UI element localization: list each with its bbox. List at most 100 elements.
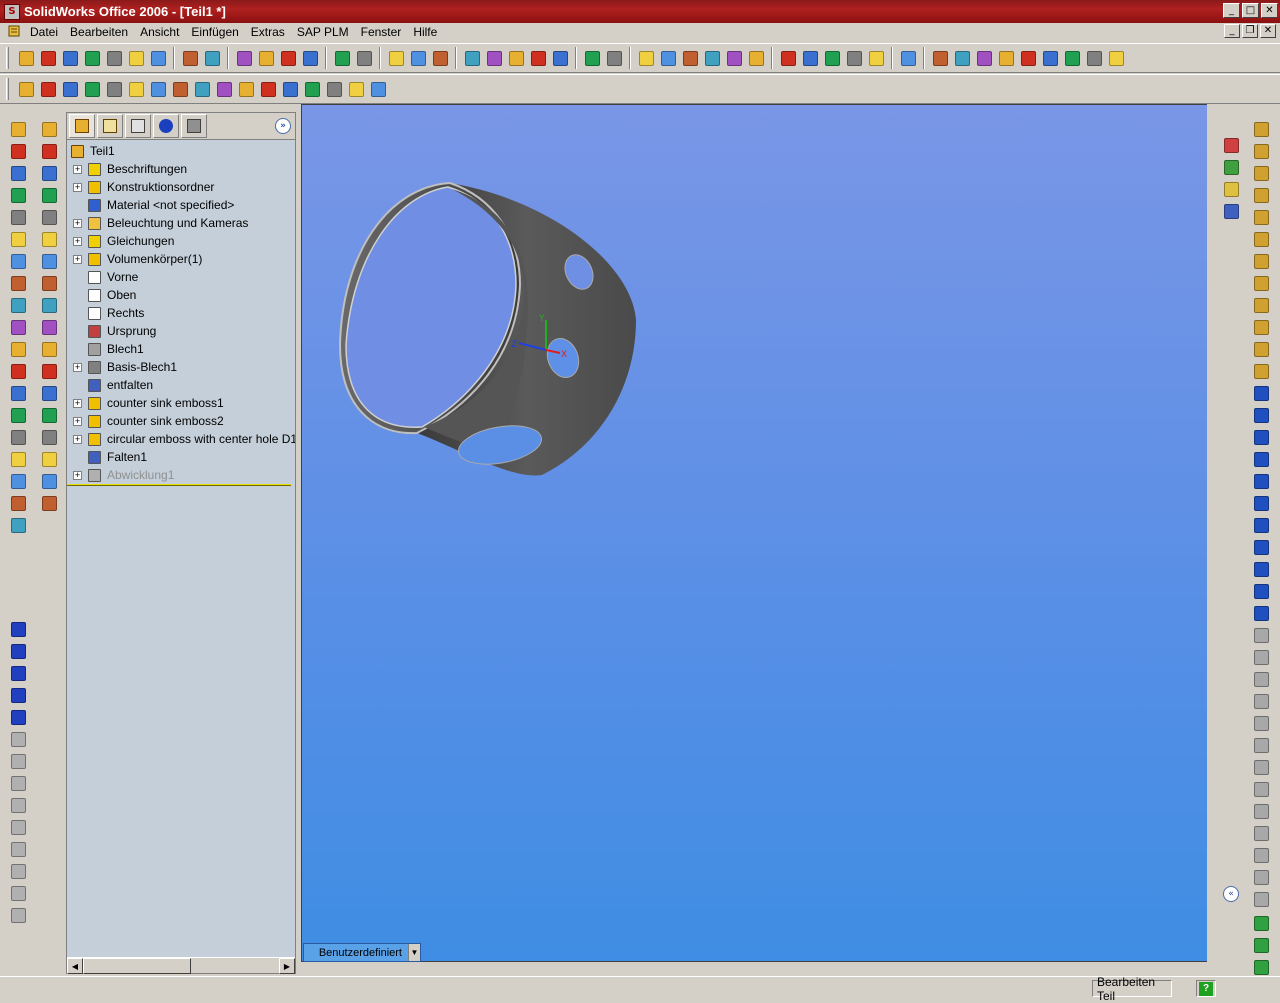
annotation-tool-13-icon[interactable] [8,883,28,903]
sketch-tool-34-icon[interactable] [1251,845,1271,865]
tree-item[interactable]: + Beleuchtung und Kameras [73,214,248,232]
top-view-icon[interactable] [1018,47,1038,69]
break-corner-icon[interactable] [192,78,212,100]
shaded-icon[interactable] [866,47,886,69]
feature-tool-b-12-icon[interactable] [39,361,59,381]
help-icon[interactable]: ? [1196,980,1216,997]
feature-tool-b-17-icon[interactable] [39,471,59,491]
configuration-tab[interactable]: Benutzerdefiniert ▼ [303,943,421,962]
feature-tool-13-icon[interactable] [8,383,28,403]
tools-icon[interactable] [550,47,570,69]
rip-icon[interactable] [236,78,256,100]
left-view-icon[interactable] [974,47,994,69]
annotation-tool-4-icon[interactable] [8,685,28,705]
tree-item[interactable]: + circular emboss with center hole D1=6, [73,430,295,448]
annotation-tool-7-icon[interactable] [8,751,28,771]
tree-item[interactable]: Falten1 [73,448,147,466]
sketch-tool-17-icon[interactable] [1251,471,1271,491]
relief-icon[interactable] [214,78,234,100]
sketch-tool-20-icon[interactable] [1251,537,1271,557]
insert-bends-icon[interactable] [258,78,278,100]
expand-plus-icon[interactable]: + [73,236,82,246]
sketch-tool-7-icon[interactable] [1251,251,1271,271]
annotation-tool-5-icon[interactable] [8,707,28,727]
expand-plus-icon[interactable]: + [73,218,82,228]
screen-icon[interactable] [256,47,276,69]
expand-plus-icon[interactable]: + [73,416,82,426]
feature-tool-b-8-icon[interactable] [39,273,59,293]
sketch-tool-19-icon[interactable] [1251,515,1271,535]
sketch-tool-12-icon[interactable] [1251,361,1271,381]
feature-tree-hscrollbar[interactable]: ◀ ▶ [67,957,295,974]
feature-tool-19-icon[interactable] [8,515,28,535]
miter-flange-icon[interactable] [38,78,58,100]
feature-tool-b-6-icon[interactable] [39,229,59,249]
sketch-tool-18-icon[interactable] [1251,493,1271,513]
expand-plus-icon[interactable]: + [73,470,82,480]
sum-icon[interactable] [462,47,482,69]
annotation-tool-3-icon[interactable] [8,663,28,683]
hidden-lines-icon[interactable] [800,47,820,69]
task-pane-tab-2-icon[interactable] [1221,157,1241,177]
expand-plus-icon[interactable]: + [73,254,82,264]
feature-tool-12-icon[interactable] [8,361,28,381]
tree-item[interactable]: Blech1 [73,340,144,358]
layers-icon[interactable] [528,47,548,69]
relation-tool-3-icon[interactable] [1251,957,1271,977]
iso-view-icon[interactable] [1062,47,1082,69]
feature-tool-b-10-icon[interactable] [39,317,59,337]
sketch-tool-5-icon[interactable] [1251,207,1271,227]
menu-fenster[interactable]: Fenster [355,23,408,42]
tree-item[interactable]: Vorne [73,268,138,286]
sketch-tool-35-icon[interactable] [1251,867,1271,887]
sketch-tool-14-icon[interactable] [1251,405,1271,425]
hem-icon[interactable] [60,78,80,100]
tree-item[interactable]: entfalten [73,376,153,394]
rollback-bar[interactable] [67,484,291,486]
annotation-tool-12-icon[interactable] [8,861,28,881]
sketch-tool-36-icon[interactable] [1251,889,1271,909]
sketch-tool-15-icon[interactable] [1251,427,1271,447]
closed-corner-icon[interactable] [126,78,146,100]
sketch-tool-33-icon[interactable] [1251,823,1271,843]
menu-hilfe[interactable]: Hilfe [407,23,443,42]
sketch-tool-30-icon[interactable] [1251,757,1271,777]
hidden-removed-icon[interactable] [822,47,842,69]
tree-item[interactable]: + counter sink emboss1 [73,394,224,412]
tree-item[interactable]: + Konstruktionsordner [73,178,214,196]
expand-panel-button[interactable]: » [275,118,291,134]
configuration-tab-icon[interactable] [125,114,151,138]
expand-plus-icon[interactable]: + [73,362,82,372]
relation-tool-1-icon[interactable] [1251,913,1271,933]
annotation-tool-14-icon[interactable] [8,905,28,925]
feature-tool-5-icon[interactable] [8,207,28,227]
jog-icon[interactable] [82,78,102,100]
property-tab-icon[interactable] [97,114,123,138]
sketch-tool-11-icon[interactable] [1251,339,1271,359]
table-icon[interactable] [506,47,526,69]
feature-tool-b-5-icon[interactable] [39,207,59,227]
mate-icon[interactable] [386,47,406,69]
rotate-icon[interactable] [724,47,744,69]
collapse-taskpane-icon[interactable]: « [1223,886,1239,902]
wireframe-icon[interactable] [778,47,798,69]
solidworks-app-icon[interactable]: S [4,3,20,20]
graphics-area[interactable]: Y Z X [301,104,1217,962]
feature-tool-10-icon[interactable] [8,317,28,337]
close-button[interactable]: ✕ [1261,3,1278,18]
feature-tool-4-icon[interactable] [8,185,28,205]
print-icon[interactable] [148,47,168,69]
rebuild-icon[interactable] [234,47,254,69]
annotation-tool-2-icon[interactable] [8,641,28,661]
maximize-button[interactable]: □ [1242,3,1259,18]
sketch-tool-26-icon[interactable] [1251,669,1271,689]
feature-tool-16-icon[interactable] [8,449,28,469]
toolbar-grip[interactable] [6,78,9,100]
measure-icon[interactable] [430,47,450,69]
task-pane-tab-1-icon[interactable] [1221,135,1241,155]
brick-icon[interactable] [300,47,320,69]
annotation-tool-10-icon[interactable] [8,817,28,837]
select-icon[interactable] [332,47,352,69]
save-icon[interactable] [82,47,102,69]
sketch-tool-25-icon[interactable] [1251,647,1271,667]
